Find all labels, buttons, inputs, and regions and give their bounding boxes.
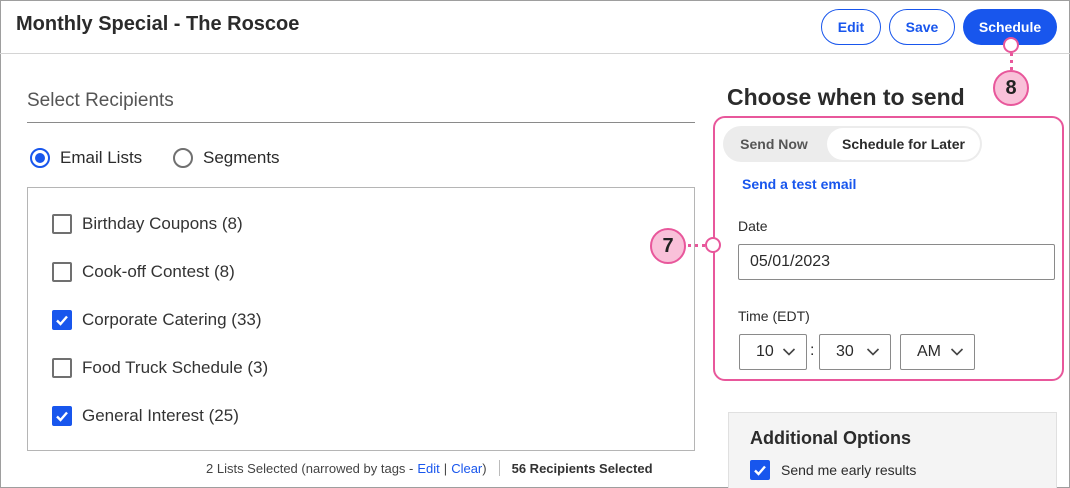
minute-select[interactable]: 30 — [819, 334, 891, 370]
early-results-checkbox[interactable] — [750, 460, 770, 480]
additional-options-heading: Additional Options — [750, 428, 911, 448]
send-mode-toggle: Send Now Schedule for Later — [723, 126, 982, 162]
list-item-label: Birthday Coupons (8) — [82, 214, 243, 233]
time-label: Time (EDT) — [738, 308, 810, 324]
callout-7-connector — [688, 244, 705, 247]
list-item[interactable]: Birthday Coupons (8) — [52, 214, 243, 234]
summary-divider — [498, 460, 500, 476]
list-checkbox[interactable] — [52, 310, 72, 330]
hour-value: 10 — [756, 343, 774, 360]
ampm-select[interactable]: AM — [900, 334, 975, 370]
page-title: Monthly Special - The Roscoe — [16, 13, 300, 35]
segments-radio[interactable] — [173, 148, 193, 168]
list-checkbox[interactable] — [52, 214, 72, 234]
list-checkbox[interactable] — [52, 262, 72, 282]
early-results-label: Send me early results — [781, 462, 917, 478]
chevron-down-icon — [866, 348, 880, 356]
save-button[interactable]: Save — [889, 9, 955, 45]
recipients-count: 56 Recipients Selected — [511, 460, 653, 476]
early-results-option[interactable]: Send me early results — [750, 460, 916, 480]
callout-7-badge: 7 — [650, 228, 686, 264]
link-divider: | — [443, 460, 448, 476]
chevron-down-icon — [782, 348, 796, 356]
section-divider — [27, 122, 695, 123]
email-lists-radio-label: Email Lists — [60, 148, 143, 167]
callout-7-anchor — [705, 237, 721, 253]
email-list-box: Birthday Coupons (8) Cook-off Contest (8… — [27, 187, 695, 451]
hour-select[interactable]: 10 — [739, 334, 807, 370]
list-item[interactable]: General Interest (25) — [52, 406, 239, 426]
list-item[interactable]: Food Truck Schedule (3) — [52, 358, 268, 378]
list-checkbox[interactable] — [52, 358, 72, 378]
date-label: Date — [738, 218, 768, 234]
check-icon — [56, 315, 68, 326]
segments-radio-label: Segments — [203, 148, 280, 167]
choose-when-heading: Choose when to send — [727, 84, 965, 110]
list-checkbox[interactable] — [52, 406, 72, 426]
list-item-label: Cook-off Contest (8) — [82, 262, 235, 281]
list-item-label: Corporate Catering (33) — [82, 310, 262, 329]
callout-8-connector — [1010, 53, 1013, 70]
list-item[interactable]: Cook-off Contest (8) — [52, 262, 235, 282]
time-separator: : — [810, 342, 815, 359]
list-item[interactable]: Corporate Catering (33) — [52, 310, 262, 330]
header-bar: Monthly Special - The Roscoe Edit Save S… — [0, 0, 1070, 54]
lists-selected-text: 2 Lists Selected (narrowed by tags - — [206, 460, 414, 476]
close-paren: ) — [482, 460, 487, 476]
chevron-down-icon — [950, 348, 964, 356]
ampm-value: AM — [917, 343, 941, 360]
edit-button[interactable]: Edit — [821, 9, 881, 45]
edit-tags-link[interactable]: Edit — [417, 461, 439, 476]
callout-8-anchor — [1003, 37, 1019, 53]
email-lists-radio-option[interactable]: Email Lists — [30, 148, 142, 168]
send-test-email-link[interactable]: Send a test email — [742, 176, 856, 192]
date-field[interactable]: 05/01/2023 — [738, 244, 1055, 280]
email-lists-radio[interactable] — [30, 148, 50, 168]
check-icon — [754, 465, 766, 476]
segments-radio-option[interactable]: Segments — [173, 148, 280, 168]
list-item-label: Food Truck Schedule (3) — [82, 358, 269, 377]
selection-summary: 2 Lists Selected (narrowed by tags - Edi… — [206, 460, 653, 476]
tab-schedule-for-later[interactable]: Schedule for Later — [827, 128, 980, 160]
check-icon — [56, 411, 68, 422]
select-recipients-heading: Select Recipients — [27, 90, 174, 111]
callout-8-badge: 8 — [993, 70, 1029, 106]
clear-tags-link[interactable]: Clear — [451, 461, 482, 476]
minute-value: 30 — [836, 343, 854, 360]
list-item-label: General Interest (25) — [82, 406, 239, 425]
tab-send-now[interactable]: Send Now — [723, 126, 825, 162]
